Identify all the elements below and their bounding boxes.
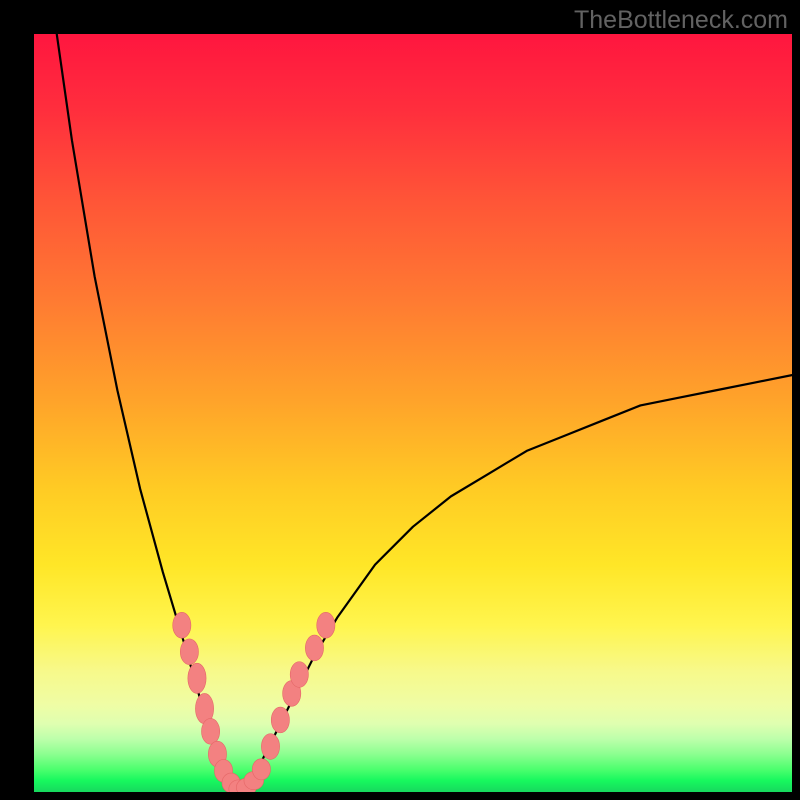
watermark-text: TheBottleneck.com	[574, 6, 788, 35]
bottleneck-curve	[57, 34, 792, 792]
data-dot	[188, 663, 206, 693]
data-dot	[290, 662, 308, 688]
data-dot	[202, 718, 220, 744]
plot-area	[34, 34, 792, 792]
data-dot	[261, 734, 279, 760]
data-dot	[317, 612, 335, 638]
chart-frame: TheBottleneck.com	[0, 0, 800, 800]
data-dot	[305, 635, 323, 661]
data-dot	[173, 612, 191, 638]
data-dot	[252, 759, 270, 780]
data-dot	[180, 639, 198, 665]
chart-svg	[34, 34, 792, 792]
data-dot	[271, 707, 289, 733]
data-dots	[173, 612, 335, 792]
